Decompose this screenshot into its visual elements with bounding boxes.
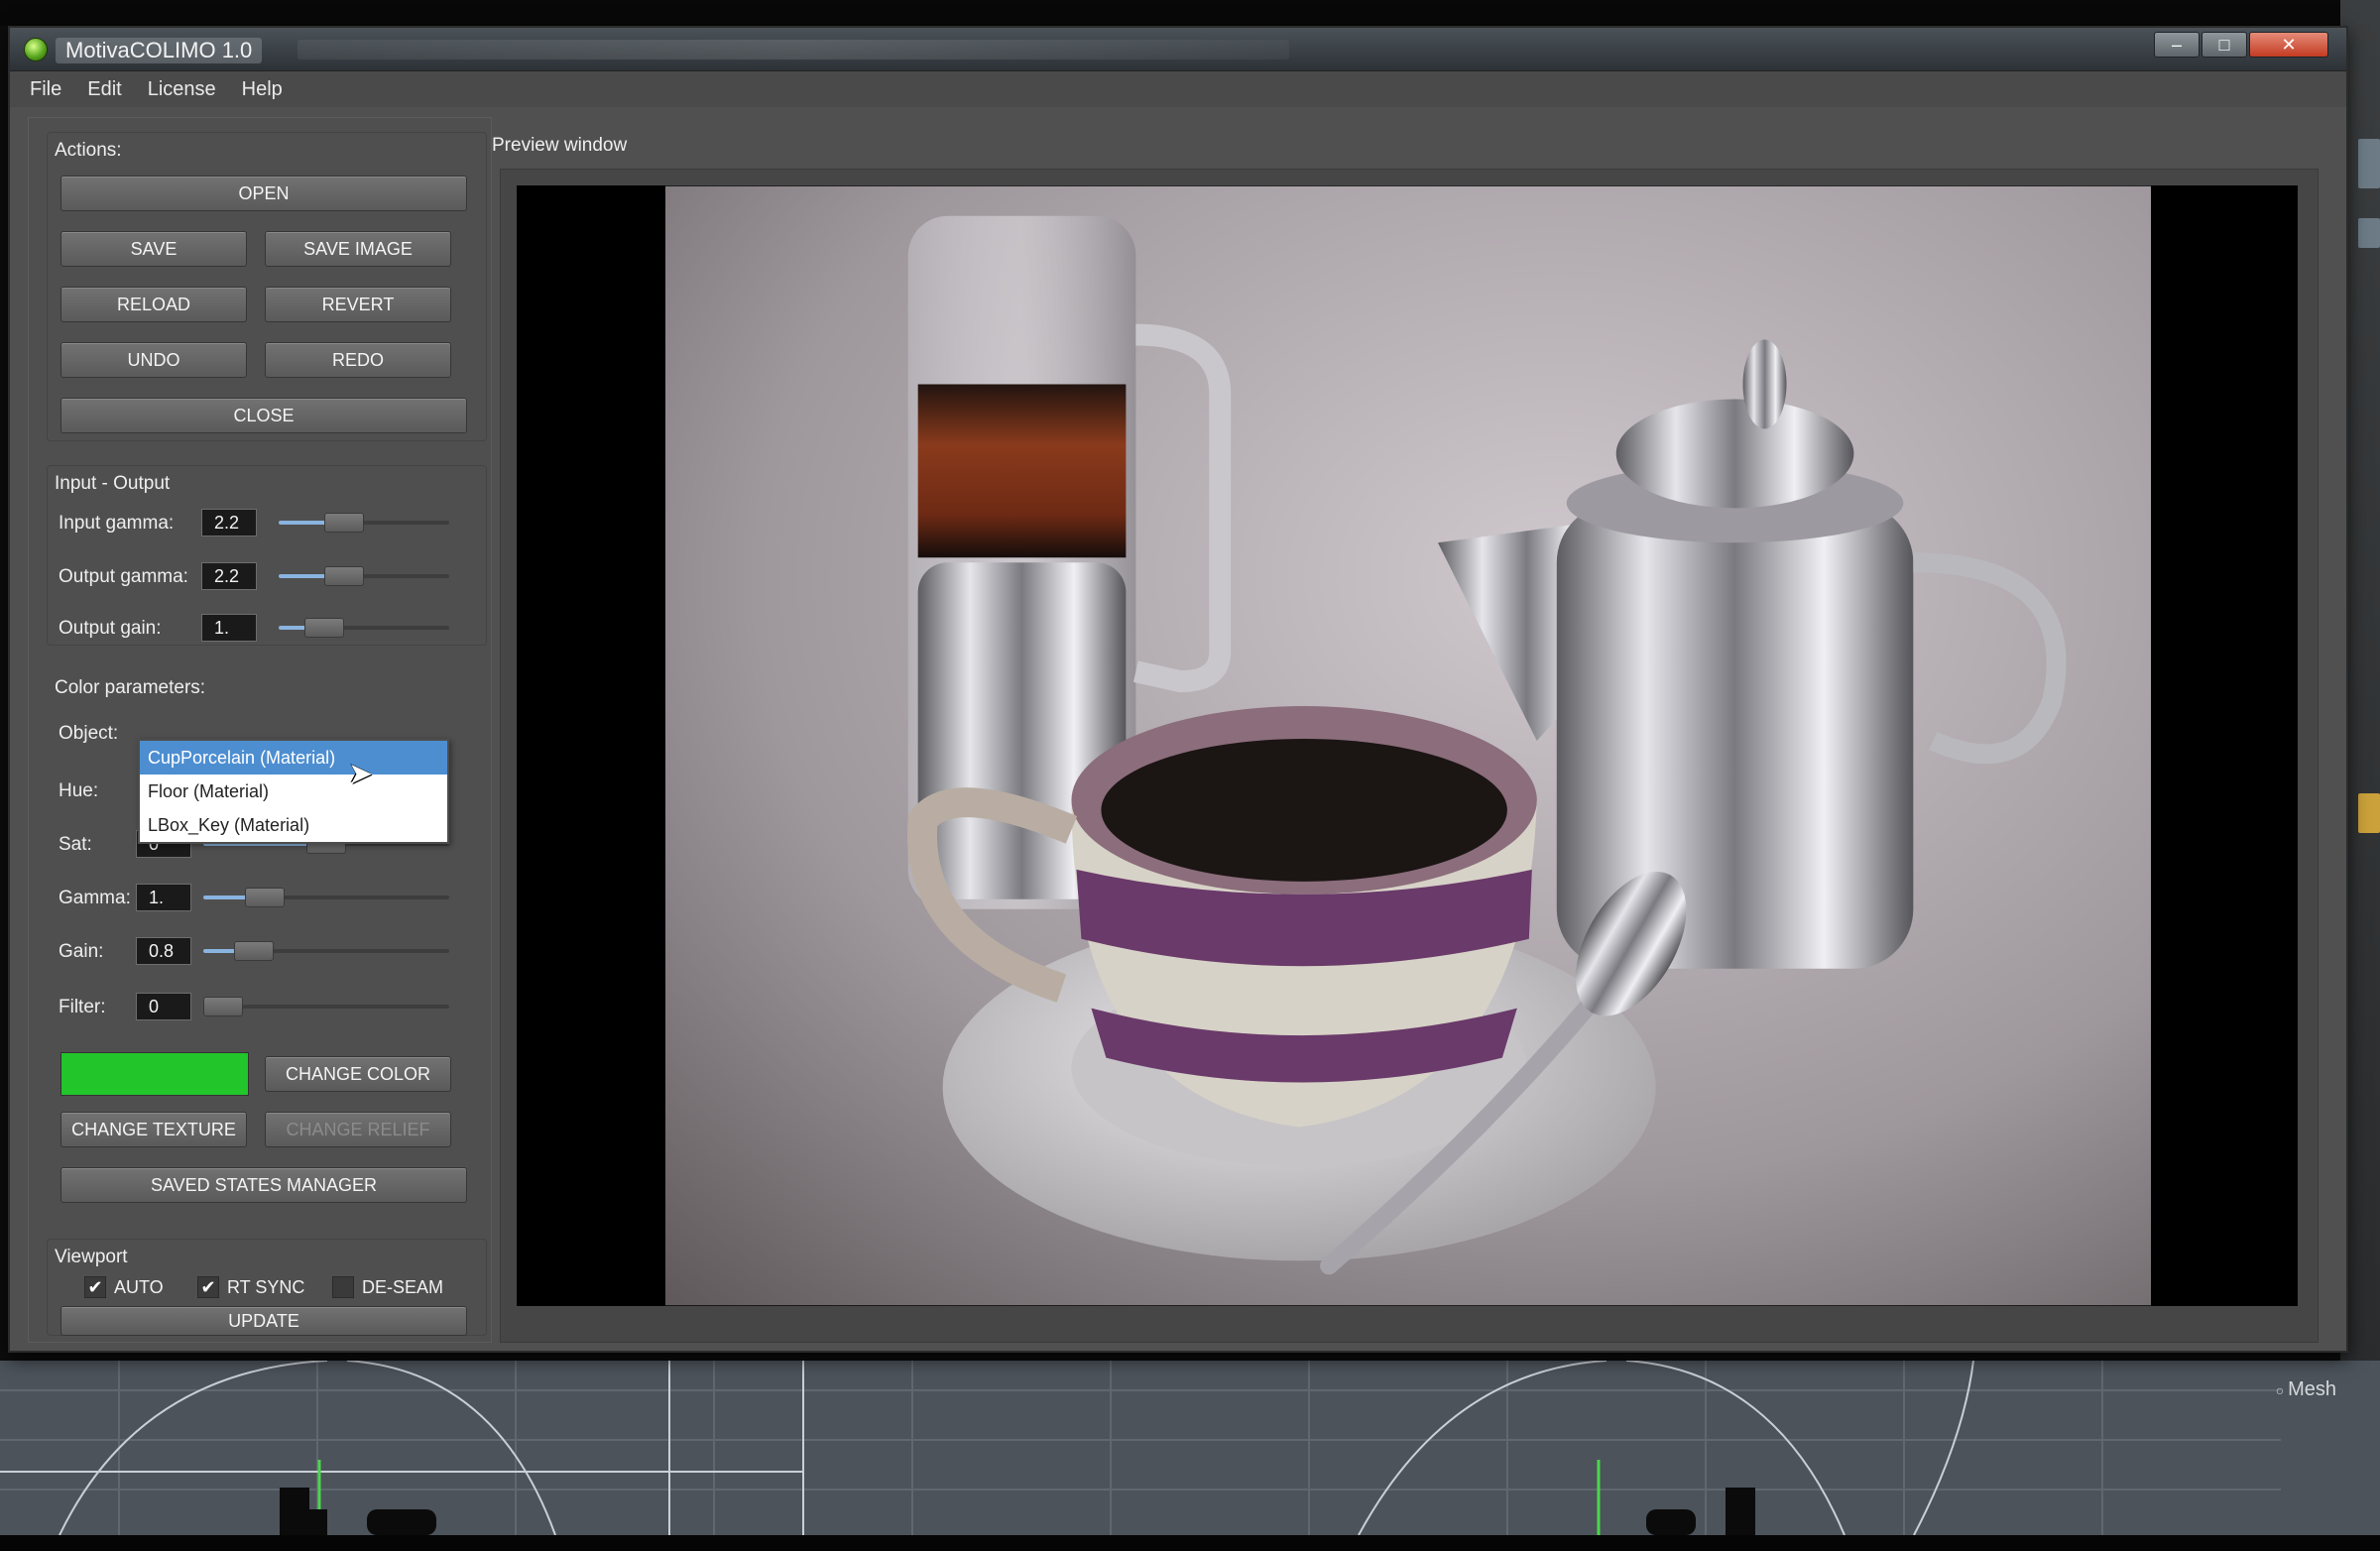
hue-label: Hue: (59, 780, 99, 801)
output-gamma-slider[interactable] (279, 562, 449, 590)
menu-edit[interactable]: Edit (81, 76, 127, 103)
minimize-button[interactable]: – (2154, 32, 2200, 58)
sat-label: Sat: (59, 834, 92, 855)
de-seam-check-icon[interactable] (332, 1276, 354, 1298)
close-window-button[interactable]: ✕ (2249, 32, 2328, 58)
object-label: Object: (59, 723, 119, 744)
undo-button[interactable]: UNDO (60, 342, 247, 378)
gain-label: Gain: (59, 941, 104, 962)
slider-handle[interactable] (203, 997, 243, 1016)
output-gamma-field[interactable]: 2.2 (201, 562, 257, 590)
filter-slider[interactable] (203, 993, 449, 1020)
close-button[interactable]: CLOSE (60, 398, 467, 433)
auto-checkbox[interactable]: ✔ AUTO (84, 1276, 164, 1298)
open-button[interactable]: OPEN (60, 176, 467, 211)
preview-title: Preview window (492, 135, 628, 156)
host-3d-viewport[interactable]: Mesh (0, 1361, 2380, 1535)
gamma-slider[interactable] (203, 884, 449, 911)
auto-check-icon[interactable]: ✔ (84, 1276, 106, 1298)
mouse-cursor-icon: ➤ (348, 758, 374, 790)
slider-handle[interactable] (245, 888, 285, 907)
viewport-grid (0, 1361, 2281, 1535)
title-bar[interactable]: MotivaCOLIMO 1.0 – □ ✕ (10, 28, 2346, 71)
rt-sync-checkbox[interactable]: ✔ RT SYNC (197, 1276, 304, 1298)
menu-bar: File Edit License Help (10, 71, 2346, 107)
output-gamma-label: Output gamma: (59, 566, 188, 587)
redo-button[interactable]: REDO (265, 342, 451, 378)
gamma-field[interactable]: 1. (136, 884, 191, 911)
saved-states-manager-button[interactable]: SAVED STATES MANAGER (60, 1167, 467, 1203)
change-color-button[interactable]: CHANGE COLOR (265, 1056, 451, 1092)
host-panel-strip (2358, 218, 2380, 248)
window-title: MotivaCOLIMO 1.0 (56, 38, 263, 63)
host-panel-strip (2358, 139, 2380, 188)
revert-button[interactable]: REVERT (265, 287, 451, 322)
output-gain-field[interactable]: 1. (201, 614, 257, 642)
slider-handle[interactable] (234, 941, 274, 961)
output-gain-slider[interactable] (279, 614, 449, 642)
de-seam-checkbox[interactable]: DE-SEAM (332, 1276, 443, 1298)
dropdown-option[interactable]: CupPorcelain (Material) (140, 741, 447, 775)
menu-file[interactable]: File (24, 76, 67, 103)
host-bottom-bar (0, 1535, 2380, 1551)
dropdown-option[interactable]: Floor (Material) (140, 775, 447, 808)
gain-slider[interactable] (203, 937, 449, 965)
slider-handle[interactable] (304, 618, 344, 638)
slider-handle[interactable] (324, 566, 364, 586)
mesh-label: Mesh (2276, 1378, 2336, 1401)
rt-sync-check-icon[interactable]: ✔ (197, 1276, 219, 1298)
host-panel-strip (2358, 793, 2380, 833)
input-gamma-slider[interactable] (279, 509, 449, 537)
gamma-label: Gamma: (59, 888, 131, 908)
update-button[interactable]: UPDATE (60, 1306, 467, 1336)
save-button[interactable]: SAVE (60, 231, 247, 267)
change-texture-button[interactable]: CHANGE TEXTURE (60, 1112, 247, 1147)
input-gamma-field[interactable]: 2.2 (201, 509, 257, 537)
host-top-bar (0, 0, 2380, 26)
filter-label: Filter: (59, 997, 106, 1017)
de-seam-label: DE-SEAM (362, 1276, 444, 1297)
render-image (665, 185, 2151, 1306)
color-swatch[interactable] (60, 1052, 249, 1096)
app-window: MotivaCOLIMO 1.0 – □ ✕ File Edit License… (8, 26, 2348, 1353)
reload-button[interactable]: RELOAD (60, 287, 247, 322)
gain-field[interactable]: 0.8 (136, 937, 191, 965)
object-dropdown-list[interactable]: CupPorcelain (Material) Floor (Material)… (138, 739, 449, 844)
menu-license[interactable]: License (142, 76, 222, 103)
filter-field[interactable]: 0 (136, 993, 191, 1020)
preview-canvas[interactable] (517, 185, 2298, 1306)
input-gamma-label: Input gamma: (59, 513, 175, 534)
app-icon (24, 38, 48, 61)
dropdown-option[interactable]: LBox_Key (Material) (140, 808, 447, 842)
save-image-button[interactable]: SAVE IMAGE (265, 231, 451, 267)
maximize-button[interactable]: □ (2202, 32, 2247, 58)
preview-window (500, 169, 2319, 1343)
rt-sync-label: RT SYNC (227, 1276, 305, 1297)
slider-handle[interactable] (324, 513, 364, 533)
output-gain-label: Output gain: (59, 618, 162, 639)
auto-label: AUTO (114, 1276, 164, 1297)
menu-help[interactable]: Help (236, 76, 289, 103)
change-relief-button: CHANGE RELIEF (265, 1112, 451, 1147)
title-bar-blur (298, 40, 1289, 60)
control-panel: Actions: OPEN SAVE SAVE IMAGE RELOAD REV… (28, 117, 492, 1343)
